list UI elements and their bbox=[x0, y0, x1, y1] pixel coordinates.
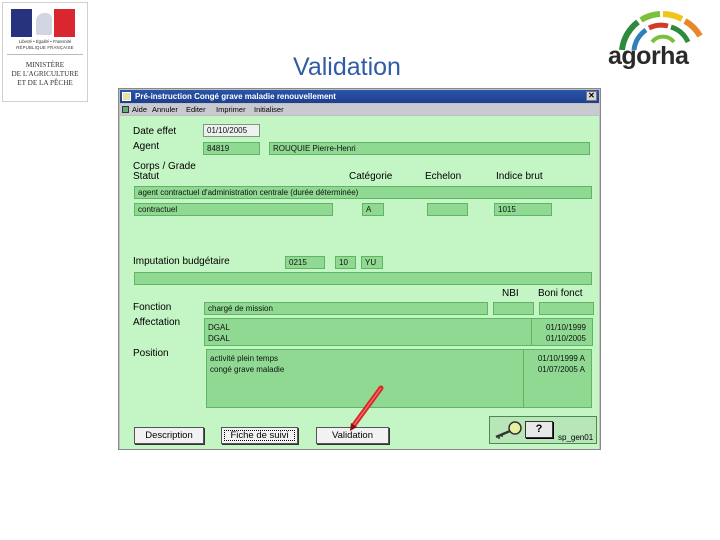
statut-field[interactable]: agent contractuel d'administration centr… bbox=[134, 186, 592, 199]
ministry-republic: RÉPUBLIQUE FRANÇAISE bbox=[16, 45, 74, 50]
fonction-field[interactable]: chargé de mission bbox=[204, 302, 488, 315]
list-item[interactable]: DGAL 01/10/1999 bbox=[208, 322, 586, 333]
french-flag-icon bbox=[11, 9, 75, 37]
echelon-label: Echelon bbox=[425, 171, 462, 182]
imputation-label: Imputation budgétaire bbox=[133, 256, 230, 267]
agent-label: Agent bbox=[133, 141, 160, 152]
brand-name: agorha bbox=[608, 42, 689, 70]
indice-brut-field[interactable]: 1015 bbox=[494, 203, 552, 216]
list-item[interactable]: activité plein temps 01/10/1999 A bbox=[210, 353, 585, 364]
nbi-label: NBI bbox=[502, 288, 519, 299]
imputation-code-3[interactable]: YU bbox=[361, 256, 383, 269]
fiche-de-suivi-button[interactable]: Fiche de suivi bbox=[221, 427, 298, 444]
slide-title: Validation bbox=[293, 53, 401, 81]
screen-code: sp_gen01 bbox=[558, 433, 594, 442]
agent-name-field[interactable]: ROUQUIE Pierre-Henri bbox=[269, 142, 590, 155]
statut-label: Statut bbox=[133, 171, 160, 182]
position-label: Position bbox=[133, 348, 169, 359]
window-titlebar[interactable]: Pré-instruction Congé grave maladie reno… bbox=[120, 90, 599, 103]
menu-bar: Aide Annuler Editer Imprimer Initialiser bbox=[120, 104, 599, 115]
echelon-field[interactable] bbox=[427, 203, 468, 216]
close-button[interactable]: ✕ bbox=[586, 91, 597, 101]
menu-app-icon[interactable] bbox=[122, 106, 129, 113]
position-list[interactable]: activité plein temps 01/10/1999 A congé … bbox=[206, 349, 592, 408]
pencil-pointer-icon bbox=[350, 385, 384, 431]
categorie-label: Catégorie bbox=[349, 171, 393, 182]
app-icon bbox=[122, 92, 131, 101]
window-title: Pré-instruction Congé grave maladie reno… bbox=[135, 92, 336, 101]
agent-id-field[interactable]: 84819 bbox=[203, 142, 260, 155]
imputation-code-2[interactable]: 10 bbox=[335, 256, 356, 269]
imputation-detail-field[interactable] bbox=[134, 272, 592, 285]
menu-editer[interactable]: Editer bbox=[186, 104, 206, 115]
list-item[interactable]: DGAL 01/10/2005 bbox=[208, 333, 586, 344]
indice-brut-label: Indice brut bbox=[496, 171, 543, 182]
nbi-field[interactable] bbox=[493, 302, 534, 315]
contract-type-field[interactable]: contractuel bbox=[134, 203, 333, 216]
boni-fonct-field[interactable] bbox=[539, 302, 594, 315]
fonction-label: Fonction bbox=[133, 302, 172, 313]
help-button[interactable]: ? bbox=[525, 421, 553, 438]
affectation-label: Affectation bbox=[133, 317, 181, 328]
affectation-list[interactable]: DGAL 01/10/1999 DGAL 01/10/2005 bbox=[204, 318, 593, 346]
ministry-motto: Liberté • Égalité • Fraternité bbox=[18, 39, 72, 44]
list-item[interactable]: congé grave maladie 01/07/2005 A bbox=[210, 364, 585, 375]
menu-aide[interactable]: Aide bbox=[132, 104, 147, 115]
date-effet-label: Date effet bbox=[133, 126, 177, 137]
search-key-icon[interactable] bbox=[493, 420, 525, 440]
imputation-code-1[interactable]: 0215 bbox=[285, 256, 325, 269]
ministry-logo: Liberté • Égalité • Fraternité RÉPUBLIQU… bbox=[2, 2, 88, 102]
menu-initialiser[interactable]: Initialiser bbox=[254, 104, 284, 115]
boni-fonct-label: Boni fonct bbox=[538, 288, 583, 299]
date-effet-field[interactable]: 01/10/2005 bbox=[203, 124, 260, 137]
categorie-field[interactable]: A bbox=[362, 203, 384, 216]
menu-annuler[interactable]: Annuler bbox=[152, 104, 178, 115]
description-button[interactable]: Description bbox=[134, 427, 204, 444]
menu-imprimer[interactable]: Imprimer bbox=[216, 104, 246, 115]
